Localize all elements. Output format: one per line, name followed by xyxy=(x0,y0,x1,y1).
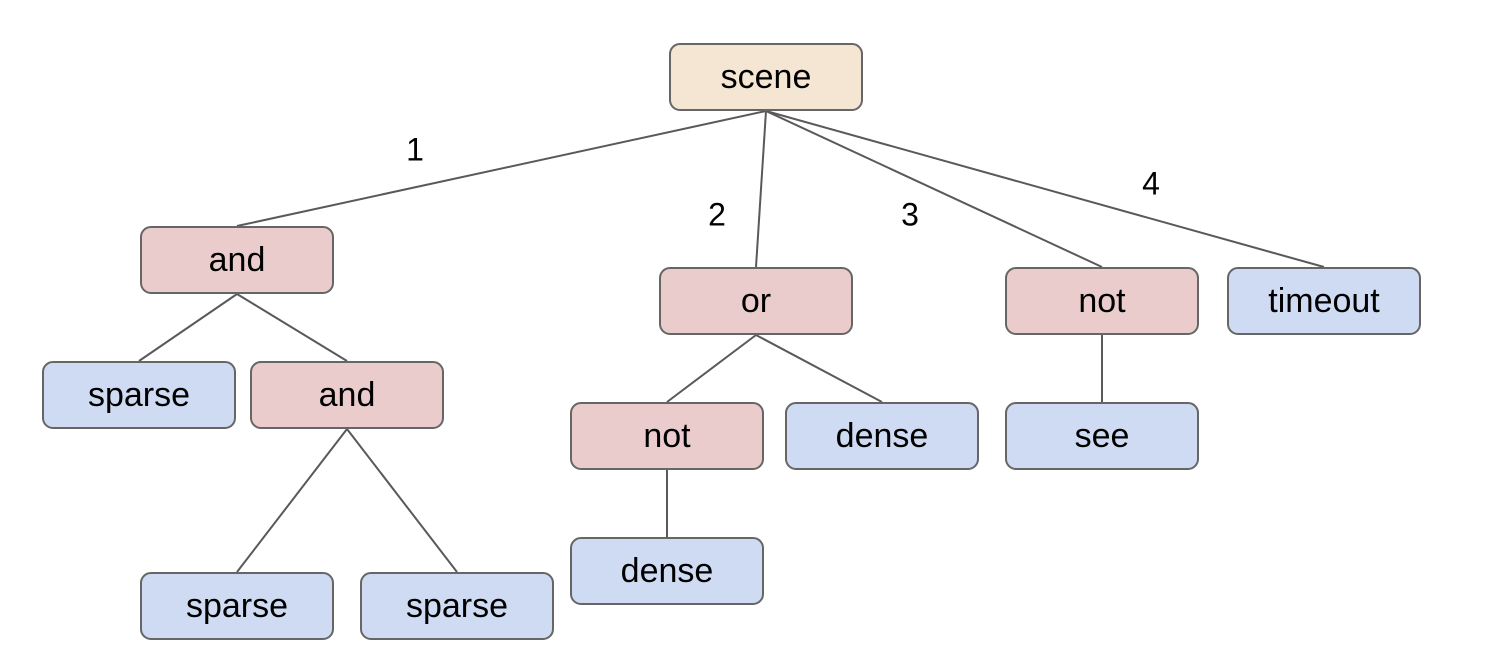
node-label: sparse xyxy=(405,586,509,625)
node-label: dense xyxy=(620,551,714,590)
node-label: or xyxy=(740,281,772,320)
node-label: see xyxy=(1074,416,1130,455)
edge-and1-and2 xyxy=(236,293,348,362)
node-label: and xyxy=(318,375,376,414)
node-label: dense xyxy=(835,416,929,455)
node-sparse2: sparse xyxy=(140,572,334,640)
node-not2: not xyxy=(1005,267,1199,335)
node-label: timeout xyxy=(1268,281,1380,320)
node-label: sparse xyxy=(87,375,191,414)
edge-and2-sparse3 xyxy=(346,428,458,573)
node-label: and xyxy=(208,240,266,279)
node-see1: see xyxy=(1005,402,1199,470)
edge-scene-not2 xyxy=(765,110,1103,268)
node-or1: or xyxy=(659,267,853,335)
edge-and1-sparse1 xyxy=(138,293,238,362)
edge-label-3: 3 xyxy=(901,196,919,233)
tree-diagram: scene and 1 sparse and sparse sparse or 2 not dens… xyxy=(0,0,1495,662)
node-sparse3: sparse xyxy=(360,572,554,640)
edge-scene-and1 xyxy=(236,110,767,227)
node-not1: not xyxy=(570,402,764,470)
edge-scene-timeout1 xyxy=(765,110,1325,268)
edge-or1-dense2 xyxy=(755,334,883,403)
node-sparse1: sparse xyxy=(42,361,236,429)
node-timeout1: timeout xyxy=(1227,267,1421,335)
node-label: not xyxy=(1078,281,1126,320)
edge-label-1: 1 xyxy=(406,131,424,168)
edge-label-4: 4 xyxy=(1142,165,1160,202)
node-label: not xyxy=(643,416,691,455)
node-dense2: dense xyxy=(785,402,979,470)
node-label: sparse xyxy=(185,586,289,625)
node-dense1: dense xyxy=(570,537,764,605)
node-scene: scene xyxy=(669,43,863,111)
edge-or1-not1 xyxy=(666,334,757,403)
edge-label-2: 2 xyxy=(708,196,726,233)
node-and2: and xyxy=(250,361,444,429)
edge-scene-or1 xyxy=(755,110,767,268)
node-and1: and xyxy=(140,226,334,294)
node-label: scene xyxy=(720,57,812,96)
edge-and2-sparse2 xyxy=(236,428,348,573)
